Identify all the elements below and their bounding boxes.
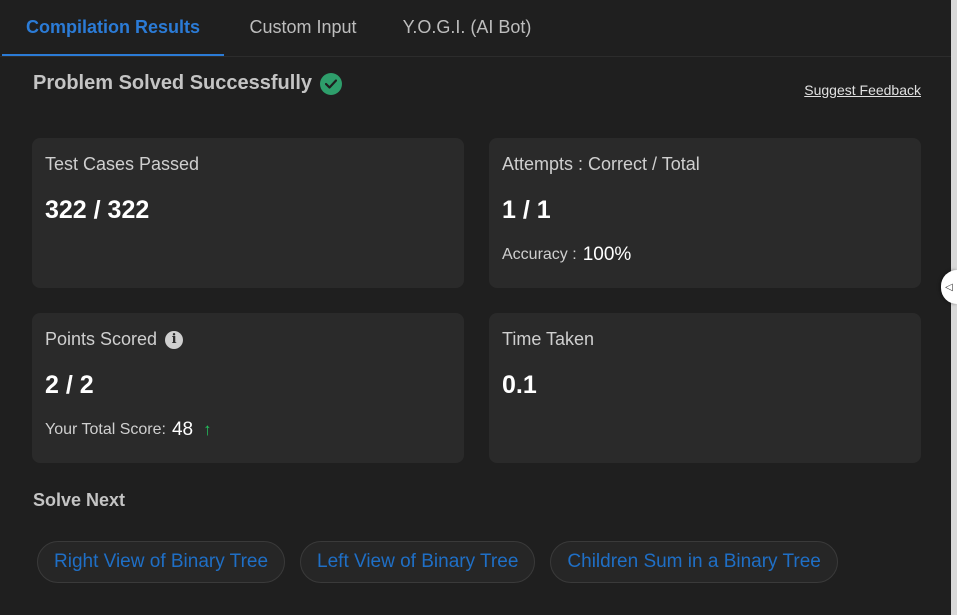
scrollbar[interactable] [951,0,957,615]
points-value: 2 / 2 [45,371,94,399]
attempts-value: 1 / 1 [502,196,551,224]
solve-next-list: Right View of Binary Tree Left View of B… [37,541,838,583]
tab-yogi-ai-bot[interactable]: Y.O.G.I. (AI Bot) [390,0,544,54]
result-tabs: Compilation Results Custom Input Y.O.G.I… [0,0,951,57]
info-icon[interactable]: i [165,330,184,349]
attempts-card: Attempts : Correct / Total 1 / 1 Accurac… [489,138,921,288]
arrow-up-icon: ↑ [203,420,212,439]
test-cases-card: Test Cases Passed 322 / 322 [32,138,464,288]
total-score-label: Your Total Score: [45,421,166,438]
solve-next-item[interactable]: Left View of Binary Tree [300,541,536,583]
time-value: 0.1 [502,371,537,399]
collapse-panel-handle[interactable]: ◁ [941,270,957,304]
time-card: Time Taken 0.1 [489,313,921,463]
points-label: Points Scored [45,329,158,349]
solve-next-item[interactable]: Right View of Binary Tree [37,541,286,583]
check-circle-icon [320,72,342,95]
status-row: Problem Solved Successfully [33,72,342,95]
chevron-left-icon: ◁ [945,281,953,293]
accuracy-label: Accuracy : [502,246,577,263]
points-card: Points Scored i 2 / 2 Your Total Score: … [32,313,464,463]
accuracy-row: Accuracy : 100% [502,244,631,266]
total-score-row: Your Total Score: 48 ↑ [45,419,212,441]
suggest-feedback-link[interactable]: Suggest Feedback [804,82,921,98]
status-title: Problem Solved Successfully [33,72,312,94]
tab-custom-input[interactable]: Custom Input [230,0,376,54]
time-label: Time Taken [502,329,595,349]
accuracy-value: 100% [582,244,632,265]
points-label-row: Points Scored i [45,329,184,350]
tab-compilation-results[interactable]: Compilation Results [2,0,224,56]
solve-next-title: Solve Next [33,490,126,510]
solve-next-item[interactable]: Children Sum in a Binary Tree [550,541,838,583]
test-cases-label: Test Cases Passed [45,154,200,174]
test-cases-value: 322 / 322 [45,196,150,224]
total-score-value: 48 [171,419,194,440]
attempts-label: Attempts : Correct / Total [502,154,700,174]
